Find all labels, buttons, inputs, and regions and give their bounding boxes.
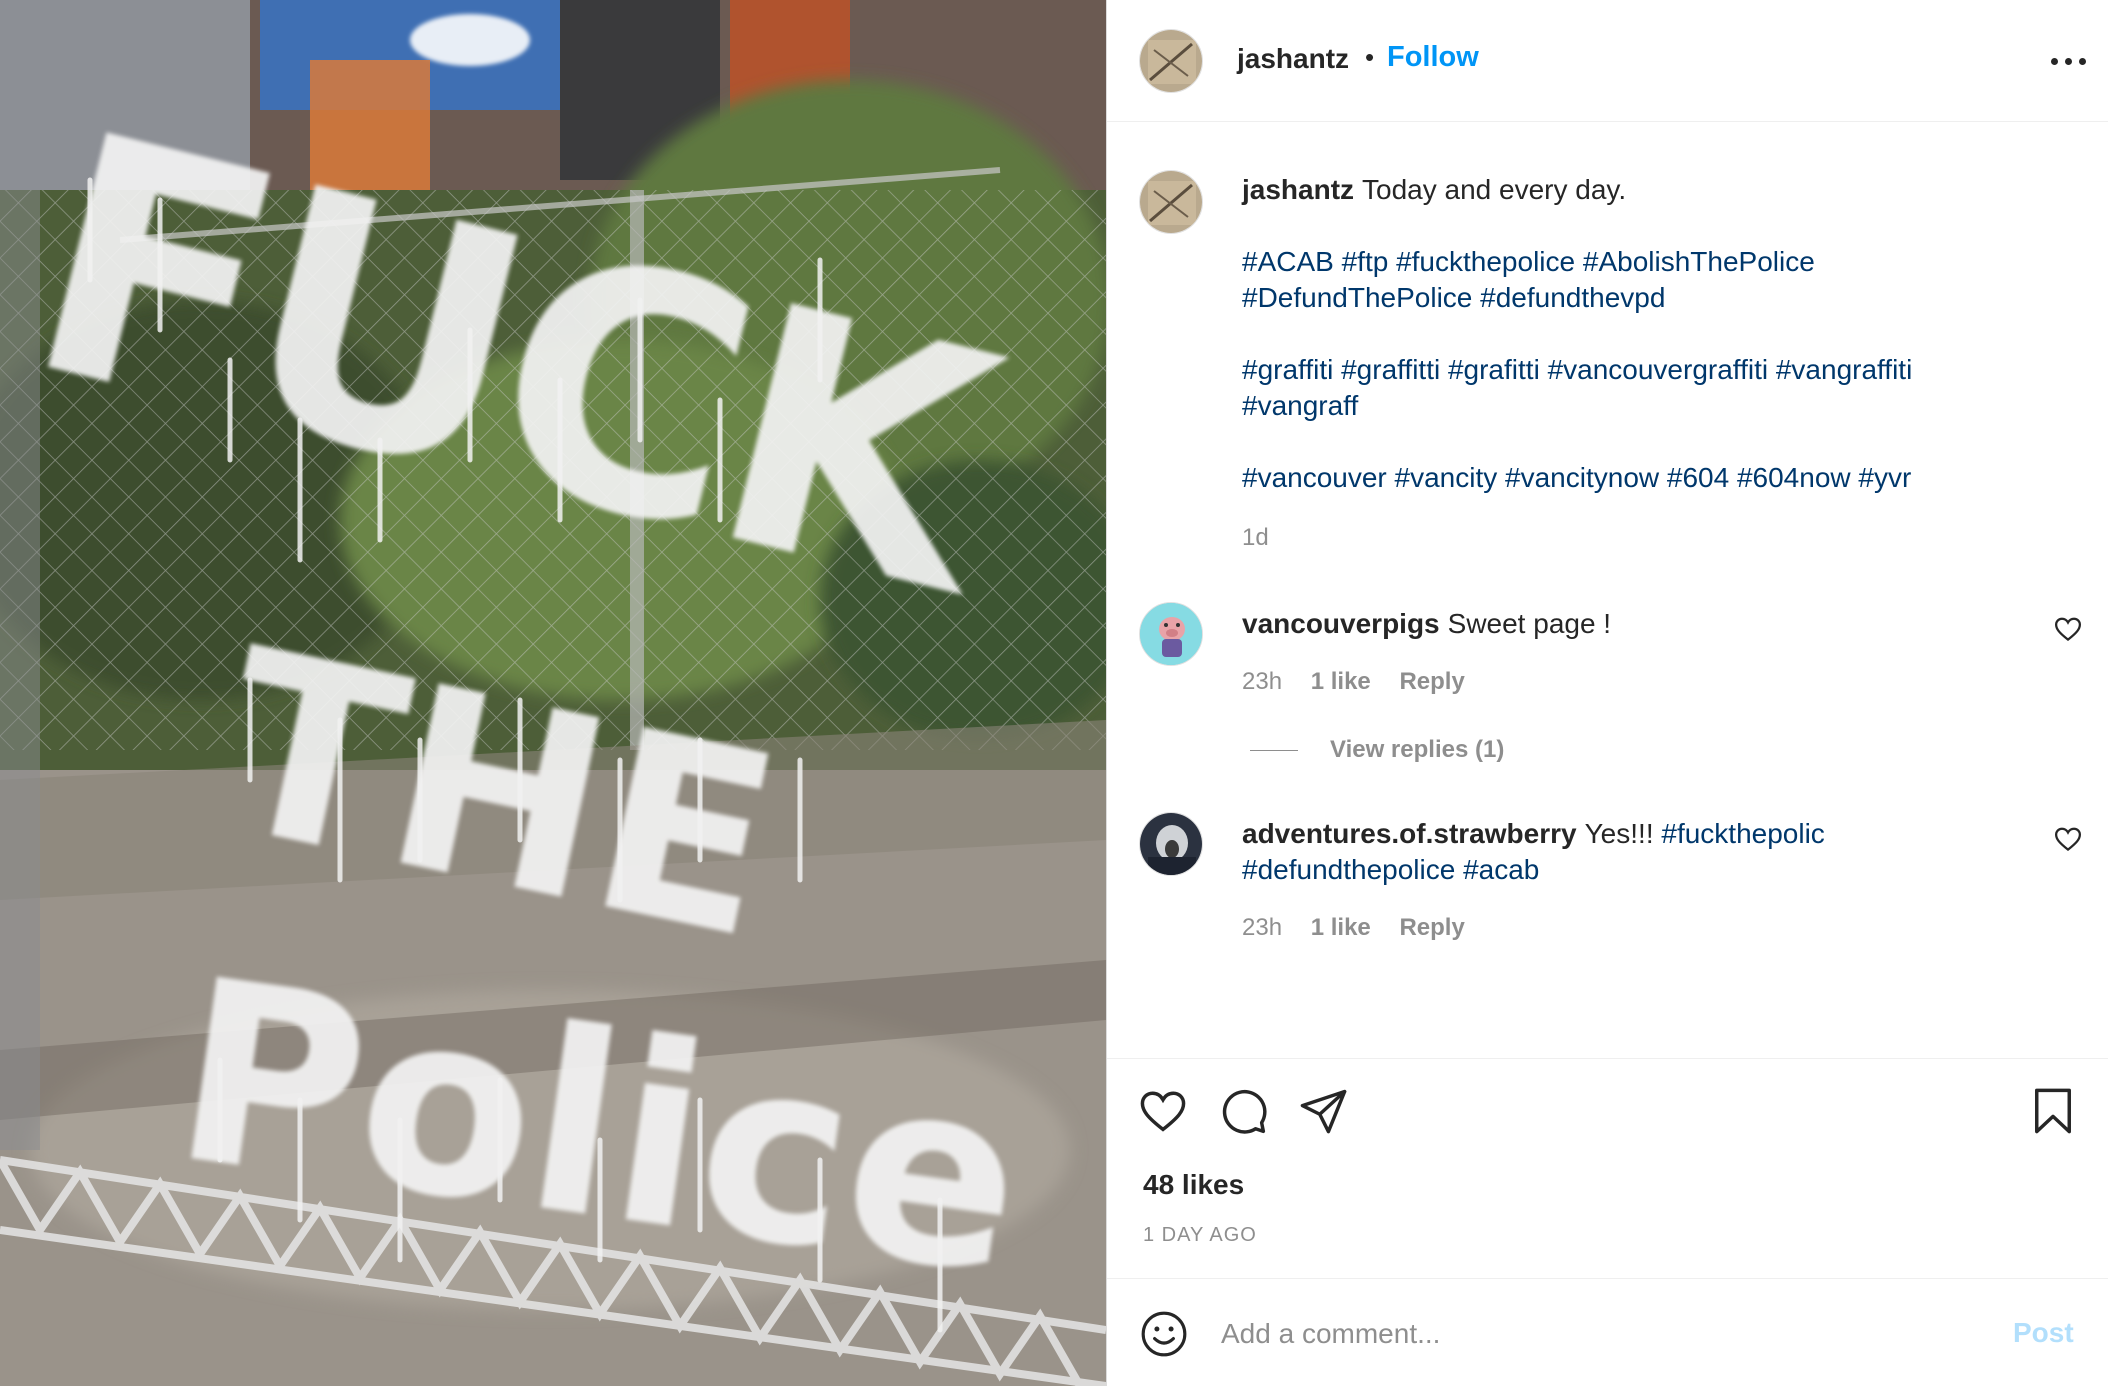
comment-reply-button[interactable]: Reply [1399, 668, 1464, 695]
view-replies-label: View replies (1) [1330, 736, 1505, 763]
smiley-face-icon [1141, 1311, 1187, 1357]
author-username[interactable]: jashantz [1237, 43, 1349, 75]
comment-meta: 23h 1 like Reply [1242, 668, 1487, 696]
hashtag-line[interactable]: #vangraff [1242, 390, 1358, 421]
hashtag-line[interactable]: #DefundThePolice #defundthevpd [1242, 282, 1665, 313]
likes-count[interactable]: 48 likes [1143, 1169, 1244, 1201]
comment-hashtag[interactable]: #defundthepolice #acab [1242, 854, 1539, 885]
add-comment-input[interactable] [1221, 1309, 1961, 1359]
comment-bubble-icon[interactable] [1217, 1085, 1269, 1137]
comment-meta: 23h 1 like Reply [1242, 914, 1487, 942]
caption-text: jashantz Today and every day. #ACAB #ftp … [1242, 172, 2072, 496]
comment-username[interactable]: adventures.of.strawberry [1242, 818, 1577, 849]
bookmark-icon [2035, 1088, 2071, 1134]
caption-avatar-image [1140, 171, 1202, 233]
view-replies-divider [1250, 750, 1298, 752]
follow-button[interactable]: Follow [1387, 41, 1479, 74]
more-options-icon[interactable] [2047, 42, 2091, 78]
comment-like-heart-icon[interactable] [2053, 614, 2083, 644]
save-bookmark-icon[interactable] [2027, 1085, 2079, 1137]
post-actions: 48 likes 1 DAY AGO [1107, 1058, 2108, 1278]
post-header: jashantz • Follow [1107, 0, 2108, 122]
author-avatar[interactable] [1139, 29, 1203, 93]
heart-outline-icon [2054, 617, 2082, 642]
post-date[interactable]: 1 DAY AGO [1143, 1224, 1257, 1247]
view-replies-button[interactable]: View replies (1) [1250, 736, 1504, 764]
hashtag-line[interactable]: #vancouver #vancity #vancitynow #604 #60… [1242, 462, 1911, 493]
emoji-icon[interactable] [1139, 1309, 1189, 1359]
comment-like-heart-icon[interactable] [2053, 824, 2083, 854]
hashtag-group-2: #graffiti #graffitti #grafitti #vancouve… [1242, 352, 2072, 424]
commenter-avatar[interactable] [1139, 602, 1203, 666]
hashtag-group-1: #ACAB #ftp #fuckthepolice #AbolishThePol… [1242, 244, 2072, 316]
comment-like-count[interactable]: 1 like [1311, 914, 1371, 941]
caption-author-avatar[interactable] [1139, 170, 1203, 234]
comment-timestamp[interactable]: 23h [1242, 914, 1282, 941]
comment-body: vancouverpigs Sweet page ! [1242, 606, 2042, 642]
commenter-avatar[interactable] [1139, 812, 1203, 876]
hashtag-group-3: #vancouver #vancity #vancitynow #604 #60… [1242, 460, 2072, 496]
strawberry-avatar-image [1140, 813, 1202, 875]
comment-body: adventures.of.strawberry Yes!!! #fuckthep… [1242, 816, 2042, 888]
post-comment-button[interactable]: Post [2013, 1317, 2074, 1349]
comment-reply-button[interactable]: Reply [1399, 914, 1464, 941]
post-photo[interactable]: FUCK THE Police [0, 0, 1106, 1386]
pig-avatar-image [1140, 603, 1202, 665]
caption-timestamp[interactable]: 1d [1242, 524, 1269, 552]
comment-composer: Post [1107, 1278, 2108, 1386]
comment-username[interactable]: vancouverpigs [1242, 608, 1440, 639]
heart-icon [1140, 1091, 1186, 1132]
comment-icon [1222, 1089, 1267, 1134]
like-heart-icon[interactable] [1137, 1085, 1189, 1137]
caption-username[interactable]: jashantz [1242, 174, 1354, 205]
comments-list[interactable]: jashantz Today and every day. #ACAB #ftp … [1107, 122, 2108, 1058]
header-separator: • [1365, 42, 1375, 72]
comment-like-count[interactable]: 1 like [1311, 668, 1371, 695]
paper-plane-icon [1300, 1089, 1347, 1134]
hashtag-line[interactable]: #graffiti #graffitti #grafitti #vancouve… [1242, 354, 1912, 385]
comment-text: Sweet page ! [1447, 608, 1612, 639]
hashtag-line[interactable]: #ACAB #ftp #fuckthepolice #AbolishThePol… [1242, 246, 1815, 277]
heart-outline-icon [2054, 827, 2082, 852]
caption-body: Today and every day. [1362, 174, 1627, 205]
graffiti-photo-illustration: FUCK THE Police [0, 0, 1106, 1386]
comment-text: Yes!!! [1584, 818, 1654, 849]
author-avatar-image [1140, 30, 1202, 92]
comment-timestamp[interactable]: 23h [1242, 668, 1282, 695]
post-side-panel: jashantz • Follow jashantz Today and ever… [1106, 0, 2108, 1386]
share-paper-plane-icon[interactable] [1297, 1085, 1349, 1137]
comment-hashtag[interactable]: #fuckthepolic [1661, 818, 1824, 849]
